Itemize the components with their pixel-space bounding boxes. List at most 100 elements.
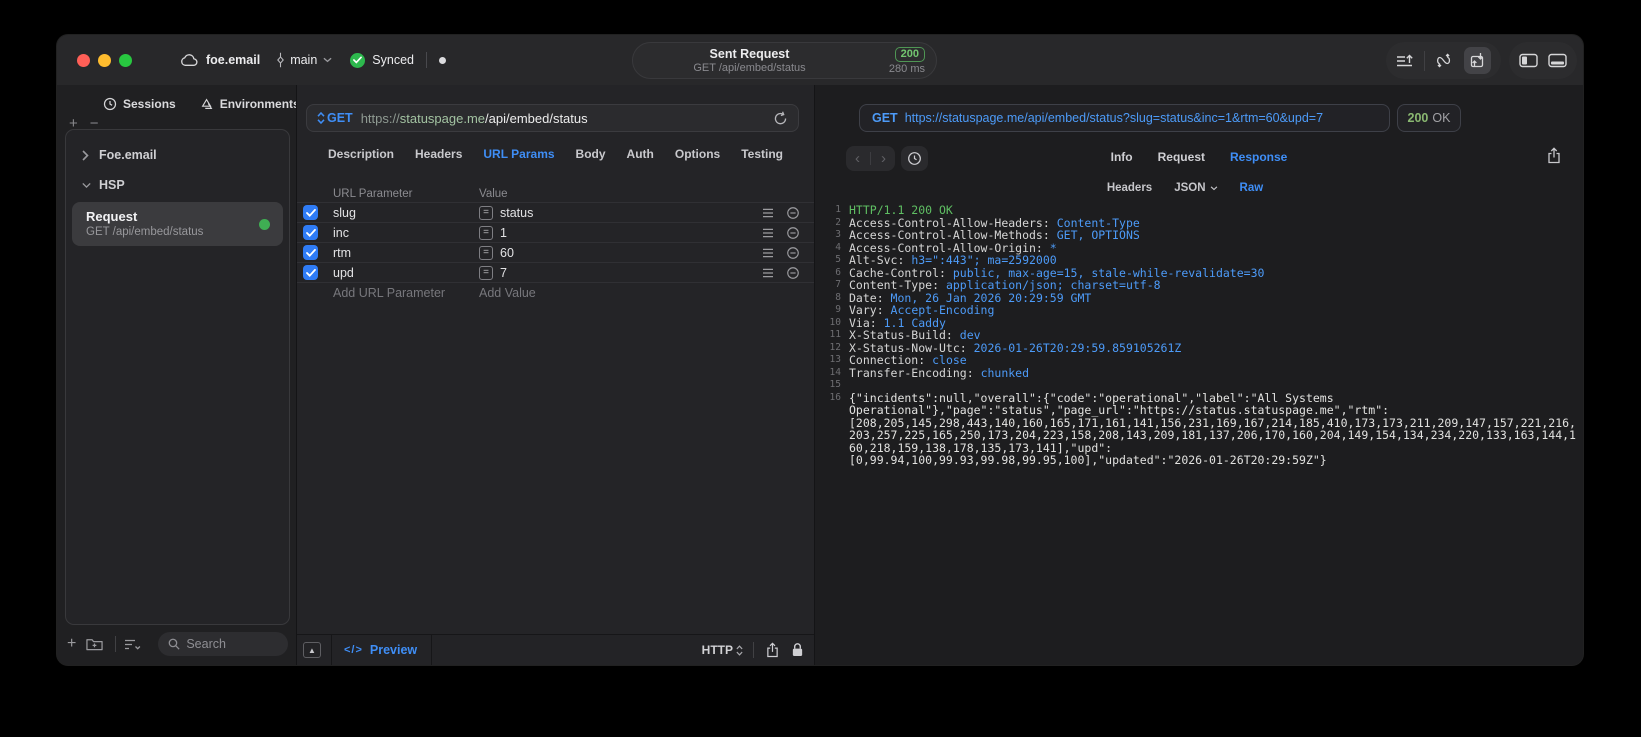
param-value-cell[interactable]: = 7	[479, 265, 762, 280]
add-param-name-placeholder[interactable]: Add URL Parameter	[333, 286, 479, 300]
request-list-item[interactable]: Request GET /api/embed/status	[72, 202, 283, 246]
request-pane: GET https://statuspage.me/api/embed/stat…	[296, 85, 815, 665]
param-checkbox[interactable]	[303, 225, 318, 240]
resend-request-icon[interactable]	[773, 111, 788, 126]
tab-sessions[interactable]: Sessions	[103, 97, 176, 111]
status-dot	[438, 56, 446, 64]
remove-param-icon[interactable]	[786, 226, 814, 240]
tab-url-params[interactable]: URL Params	[483, 147, 554, 161]
tab-headers[interactable]: Headers	[415, 147, 462, 161]
add-param-value-placeholder[interactable]: Add Value	[479, 286, 814, 300]
search-input[interactable]: Search	[158, 632, 288, 656]
fullscreen-window-button[interactable]	[119, 53, 132, 67]
branch-name: main	[290, 53, 318, 67]
subtab-raw[interactable]: Raw	[1240, 182, 1264, 194]
tab-request[interactable]: Request	[1158, 150, 1205, 164]
tab-options[interactable]: Options	[675, 147, 720, 161]
param-row: upd = 7	[297, 263, 814, 283]
param-value[interactable]: 1	[500, 226, 507, 240]
sent-request-url[interactable]: GET https://statuspage.me/api/embed/stat…	[859, 104, 1390, 132]
param-value[interactable]: 60	[500, 246, 514, 260]
response-line: [0,99.94,100,99.93,99.98,99.95,100],"upd…	[821, 454, 1579, 467]
response-status-text: OK	[1432, 111, 1451, 125]
add-request-button[interactable]: +	[67, 635, 76, 653]
add-folder-icon[interactable]	[86, 637, 104, 651]
param-value-cell[interactable]: = 60	[479, 245, 762, 260]
tab-auth[interactable]: Auth	[627, 147, 654, 161]
add-param-row[interactable]: Add URL Parameter Add Value	[297, 283, 814, 303]
tab-response[interactable]: Response	[1230, 150, 1287, 164]
git-sync-icon[interactable]	[1435, 53, 1454, 68]
tree-item-hsp[interactable]: HSP	[66, 170, 289, 200]
drag-handle-icon[interactable]	[762, 248, 786, 258]
preview-button[interactable]: Preview	[370, 643, 417, 657]
tab-testing[interactable]: Testing	[741, 147, 783, 161]
branch-selector[interactable]: main	[276, 52, 332, 68]
toggle-bottom-panel-icon[interactable]	[1548, 53, 1567, 68]
drag-handle-icon[interactable]	[762, 228, 786, 238]
expand-panel-button[interactable]: ▲	[303, 642, 321, 658]
url-path: /api/embed/status	[485, 110, 588, 126]
line-number: 2	[835, 216, 841, 228]
param-name[interactable]: upd	[333, 266, 479, 280]
param-name[interactable]: rtm	[333, 246, 479, 260]
cloud-icon	[180, 53, 199, 67]
request-summary-pill[interactable]: Sent Request GET /api/embed/status 200 2…	[632, 42, 937, 79]
request-url-bar[interactable]: GET https://statuspage.me/api/embed/stat…	[306, 104, 799, 132]
sort-list-icon[interactable]	[124, 638, 142, 651]
drag-handle-icon[interactable]	[762, 208, 786, 218]
tree-item-foe-email[interactable]: Foe.email	[66, 140, 289, 170]
line-number: 15	[829, 379, 841, 390]
tab-environments[interactable]: Environments	[200, 97, 300, 111]
url-text: https://statuspage.me/api/embed/status	[361, 111, 588, 126]
protocol-selector[interactable]: HTTP	[702, 643, 743, 657]
response-status-badge: 200 OK	[1397, 104, 1461, 132]
method-selector[interactable]: GET	[317, 111, 353, 125]
tab-description[interactable]: Description	[328, 147, 394, 161]
line-number: 4	[835, 241, 841, 253]
remove-param-icon[interactable]	[786, 206, 814, 220]
param-value[interactable]: status	[500, 206, 533, 220]
protocol-label: HTTP	[701, 643, 733, 657]
sync-status[interactable]: Synced	[350, 52, 414, 68]
titlebar-toolbar	[1386, 42, 1577, 79]
import-export-button[interactable]	[1464, 47, 1491, 74]
param-name[interactable]: inc	[333, 226, 479, 240]
tab-info[interactable]: Info	[1111, 150, 1133, 164]
response-tabs: Info Request Response	[815, 150, 1583, 164]
remove-param-icon[interactable]	[786, 266, 814, 280]
response-line: 14 Transfer-Encoding: chunked	[821, 366, 1579, 380]
response-body: 1 HTTP/1.1 200 OK 2 Access-Control-Allow…	[821, 204, 1579, 661]
project-name[interactable]: foe.email	[206, 53, 260, 67]
subtab-json[interactable]: JSON	[1174, 182, 1217, 194]
param-checkbox[interactable]	[303, 245, 318, 260]
method-label: GET	[327, 111, 353, 125]
close-window-button[interactable]	[77, 53, 90, 67]
line-number: 7	[835, 279, 841, 290]
drag-handle-icon[interactable]	[762, 268, 786, 278]
param-value-cell[interactable]: = 1	[479, 225, 762, 240]
toggle-sidebar-icon[interactable]	[1519, 53, 1538, 68]
subtab-headers[interactable]: Headers	[1107, 182, 1152, 194]
toolbar-group-panels	[1509, 42, 1577, 79]
chevron-down-icon	[82, 182, 91, 189]
subtab-raw-label: Raw	[1239, 182, 1264, 194]
line-number: 3	[835, 229, 841, 240]
line-number	[821, 442, 841, 455]
tab-body[interactable]: Body	[576, 147, 606, 161]
lock-icon[interactable]	[791, 642, 804, 658]
param-name[interactable]: slug	[333, 206, 479, 220]
export-response-icon[interactable]	[1547, 147, 1561, 164]
response-status-code: 200	[1407, 111, 1429, 125]
titlebar: foe.email main Synced Sent Request GET /…	[57, 35, 1583, 85]
param-value[interactable]: 7	[500, 266, 507, 280]
remove-param-icon[interactable]	[786, 246, 814, 260]
minimize-window-button[interactable]	[98, 53, 111, 67]
share-icon[interactable]	[766, 642, 779, 658]
line-number: 9	[835, 304, 841, 315]
params-header-row: URL Parameter Value	[297, 185, 814, 203]
param-value-cell[interactable]: = status	[479, 205, 762, 220]
param-checkbox[interactable]	[303, 205, 318, 220]
request-list-icon[interactable]	[1396, 53, 1414, 69]
param-checkbox[interactable]	[303, 265, 318, 280]
